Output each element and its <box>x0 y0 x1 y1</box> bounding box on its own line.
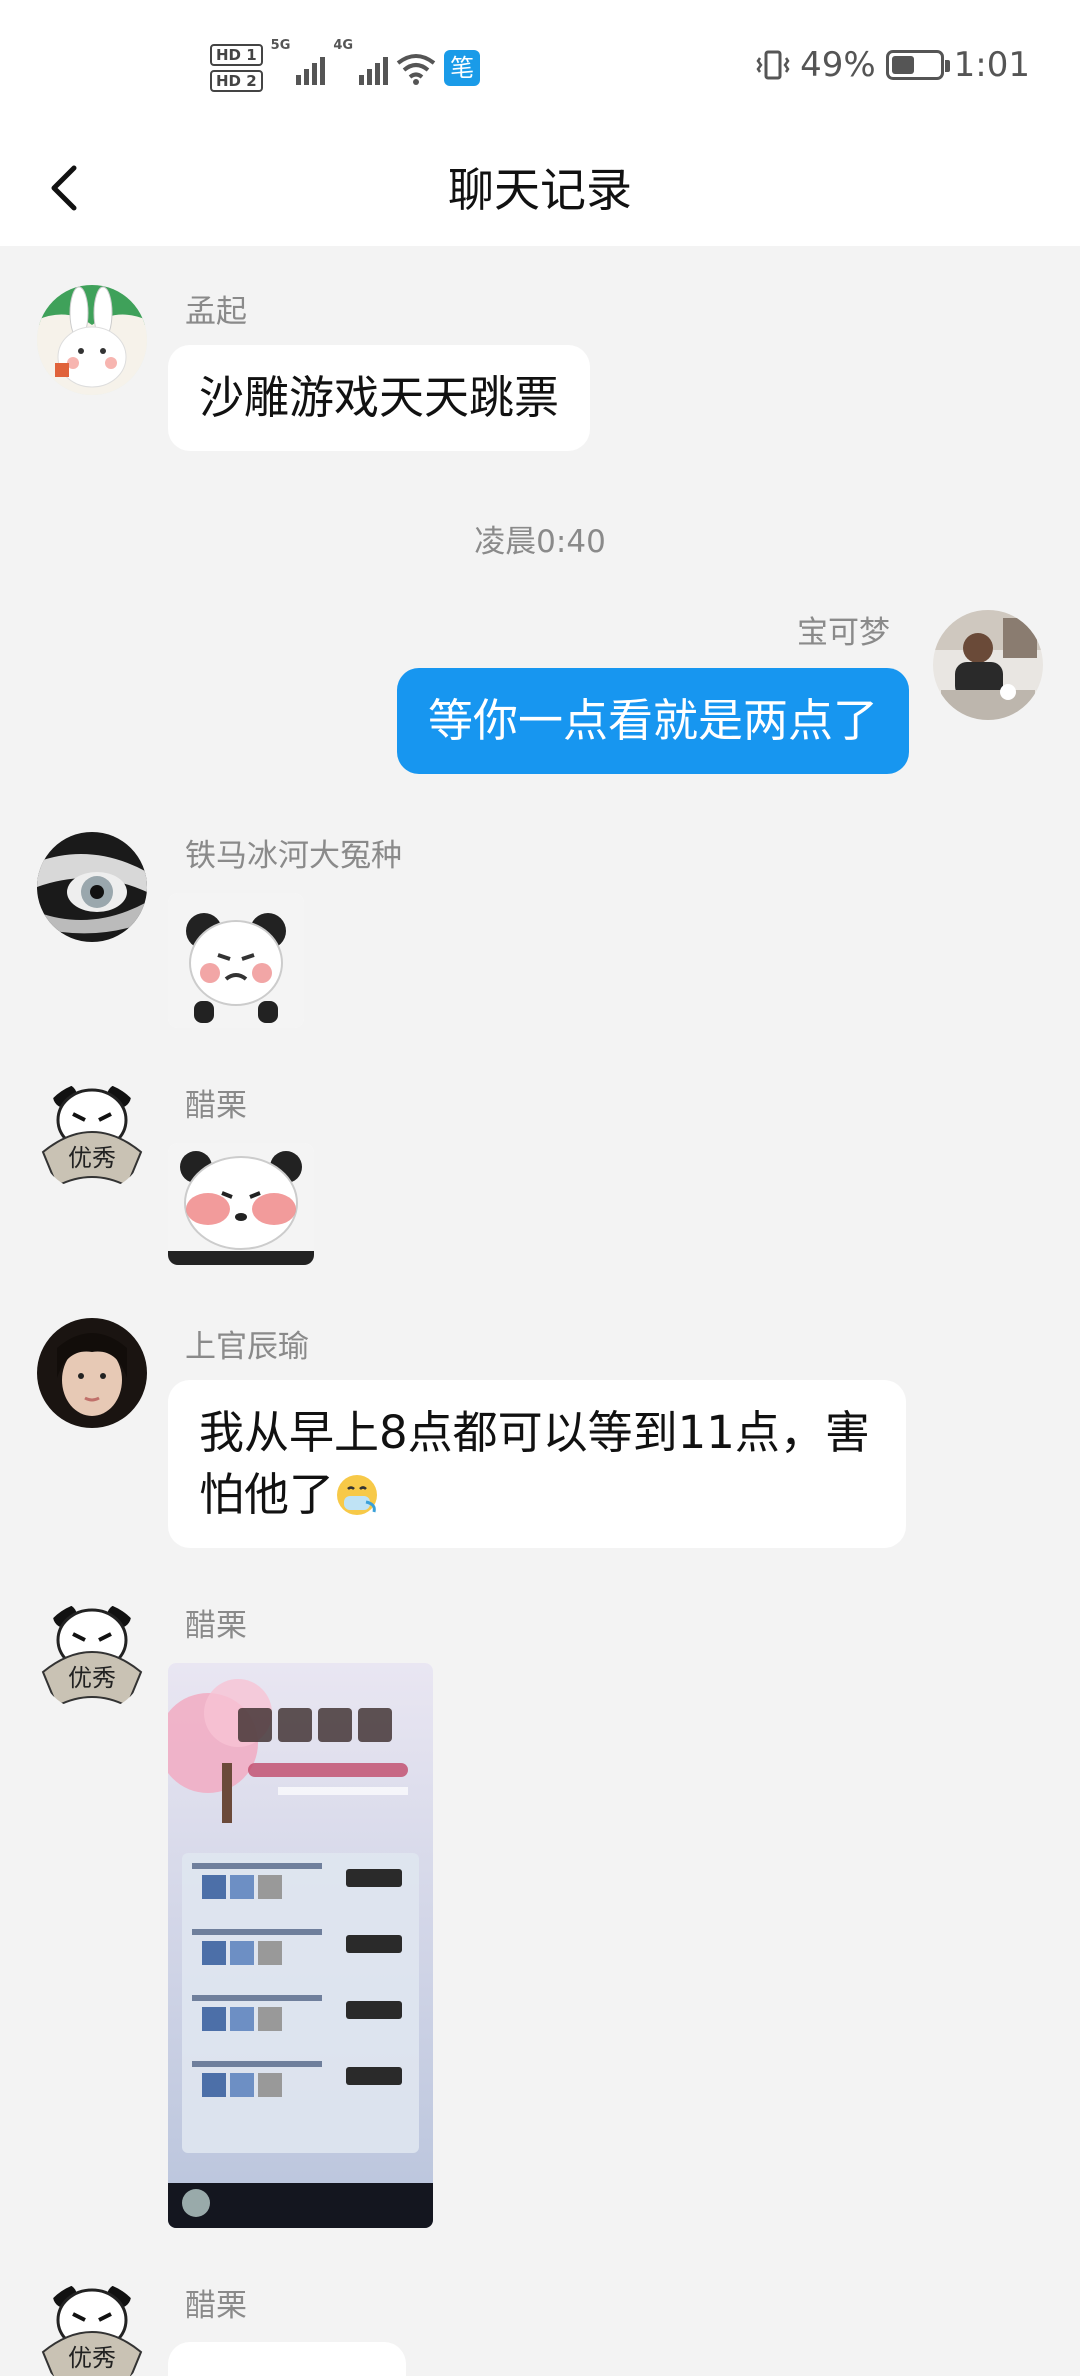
svg-text:优秀: 优秀 <box>68 1144 116 1172</box>
network-4g-label: 4G <box>333 38 354 53</box>
svg-text:优秀: 优秀 <box>68 2344 116 2372</box>
blushing-panda-sticker[interactable] <box>168 1143 314 1265</box>
sender-name-self: 宝可梦 <box>797 615 890 651</box>
notification-app-icon: 笔 <box>444 50 481 86</box>
network-5g-label: 5G <box>270 38 291 53</box>
signal-icon-2 <box>359 51 389 85</box>
wifi-icon <box>396 54 436 85</box>
page-title: 聊天记录 <box>448 163 632 217</box>
hd2-badge: HD 2 <box>210 70 263 92</box>
panda-meme-sticker[interactable] <box>168 893 304 1028</box>
message-timestamp: 凌晨0:40 <box>474 524 606 560</box>
clock: 1:01 <box>953 45 1030 85</box>
hd-indicators: HD 1 HD 2 <box>210 44 263 92</box>
hd1-badge: HD 1 <box>210 44 263 66</box>
message-text-line1: 我从早上8点都可以等到11点，害 <box>199 1406 870 1459</box>
message-bubble[interactable]: 沙雕游戏天天跳票 <box>168 345 591 451</box>
status-bar: HD 1 HD 2 5G 4G 笔 49% 1:01 <box>0 0 1080 130</box>
battery-percent: 49% <box>800 45 876 85</box>
sender-name: 上官辰瑜 <box>185 1329 309 1365</box>
message-bubble[interactable] <box>168 2342 406 2376</box>
sneezing-face-emoji <box>337 1475 378 1515</box>
sender-name: 醋栗 <box>185 2288 247 2324</box>
svg-text:优秀: 优秀 <box>68 1664 116 1692</box>
avatar-culi[interactable]: 优秀 <box>37 1602 147 1712</box>
status-icons-right: 49% 1:01 <box>756 45 1030 85</box>
avatar-culi[interactable]: 优秀 <box>37 2282 147 2376</box>
sender-name: 醋栗 <box>185 1088 247 1124</box>
sender-name: 醋栗 <box>185 1608 247 1644</box>
nav-header: 聊天记录 <box>0 130 1080 246</box>
game-event-screenshot[interactable] <box>168 1663 433 2228</box>
avatar-self[interactable] <box>933 610 1043 720</box>
avatar-culi[interactable]: 优秀 <box>37 1082 147 1192</box>
avatar-shangguan[interactable] <box>37 1318 147 1428</box>
sender-name: 铁马冰河大冤种 <box>185 838 402 874</box>
battery-icon <box>885 50 950 80</box>
message-bubble-self[interactable]: 等你一点看就是两点了 <box>397 668 910 774</box>
avatar-mengqi[interactable] <box>37 285 147 395</box>
signal-icon <box>296 51 326 85</box>
battery-fill <box>891 56 915 74</box>
sender-name: 孟起 <box>185 294 247 330</box>
message-text-line2: 怕他了 <box>199 1468 335 1521</box>
vibrate-icon <box>756 50 790 80</box>
avatar-tiema[interactable] <box>37 832 147 942</box>
message-bubble[interactable]: 我从早上8点都可以等到11点，害 怕他了 <box>168 1380 906 1548</box>
status-icons-left: HD 1 HD 2 5G 4G 笔 <box>210 38 481 98</box>
